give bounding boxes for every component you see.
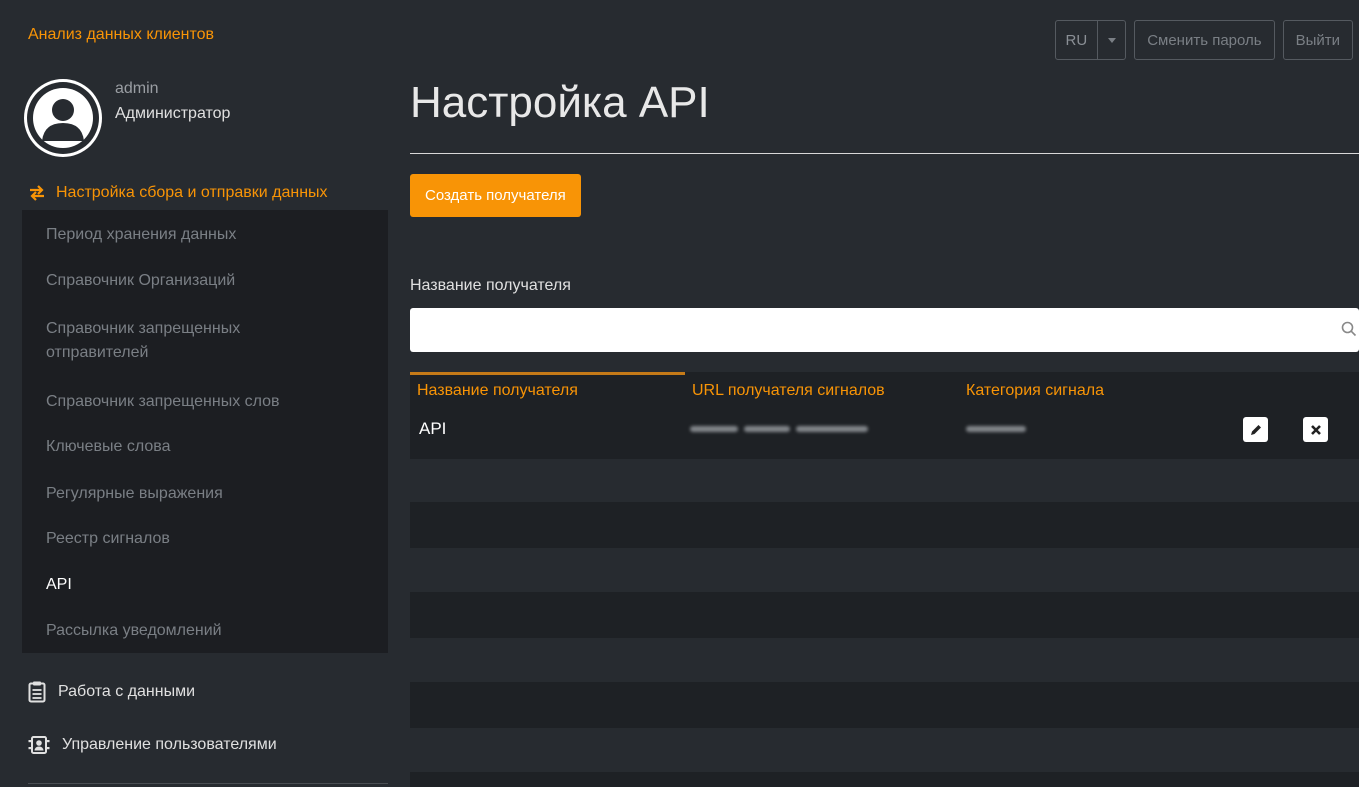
- delete-button[interactable]: [1303, 417, 1328, 442]
- submenu-item-regex[interactable]: Регулярные выражения: [46, 482, 223, 506]
- submenu-item-retention[interactable]: Период хранения данных: [46, 223, 236, 247]
- users-icon: [28, 736, 50, 754]
- pencil-icon: [1250, 424, 1261, 435]
- submenu-item-keywords[interactable]: Ключевые слова: [46, 435, 171, 459]
- submenu-item-notifications[interactable]: Рассылка уведомлений: [46, 619, 222, 643]
- avatar: [24, 79, 102, 157]
- column-header-category[interactable]: Категория сигнала: [966, 382, 1104, 400]
- language-button[interactable]: RU: [1056, 21, 1098, 59]
- cell-recipient-name: API: [419, 419, 447, 438]
- search-input[interactable]: [410, 308, 1359, 352]
- submenu-item-signal-registry[interactable]: Реестр сигналов: [46, 527, 170, 551]
- create-recipient-button[interactable]: Создать получателя: [410, 174, 581, 217]
- sort-indicator: [410, 372, 685, 375]
- table-row-empty: [410, 592, 1359, 638]
- table-row-empty: [410, 502, 1359, 548]
- user-name: admin: [115, 80, 159, 97]
- nav-item-label: Управление пользователями: [62, 736, 277, 753]
- column-header-url[interactable]: URL получателя сигналов: [692, 382, 885, 400]
- sidebar: admin Администратор Настройка сбора и от…: [0, 60, 390, 787]
- submenu-item-banned-senders[interactable]: Справочник запрещенных отправителей: [46, 317, 286, 365]
- user-avatar-icon: [27, 82, 99, 154]
- app-title[interactable]: Анализ данных клиентов: [28, 26, 214, 44]
- table-row-empty: [410, 682, 1359, 728]
- top-actions: RU Сменить пароль Выйти: [1054, 20, 1353, 60]
- nav-item-label: Работа с данными: [58, 683, 196, 700]
- cell-recipient-url: [690, 422, 890, 436]
- nav-section-label: Настройка сбора и отправки данных: [56, 184, 328, 201]
- search-field: [410, 308, 1359, 352]
- submenu-item-banned-words[interactable]: Справочник запрещенных слов: [46, 390, 280, 414]
- column-header-name[interactable]: Название получателя: [417, 382, 578, 400]
- table-row-empty: [410, 772, 1359, 787]
- search-icon[interactable]: [1341, 321, 1357, 337]
- submenu: Период хранения данных Справочник Органи…: [22, 210, 388, 653]
- language-dropdown-toggle[interactable]: [1097, 21, 1125, 59]
- user-block: admin Администратор: [24, 75, 384, 157]
- sidebar-divider: [28, 783, 388, 784]
- submenu-item-api[interactable]: API: [46, 573, 72, 597]
- close-icon: [1310, 424, 1321, 435]
- title-divider: [410, 153, 1359, 154]
- chevron-down-icon: [1107, 37, 1116, 43]
- nav-section-data-settings[interactable]: Настройка сбора и отправки данных: [28, 184, 328, 202]
- clipboard-list-icon: [28, 681, 46, 703]
- main-content: Настройка API Создать получателя Названи…: [410, 60, 1359, 787]
- submenu-item-organizations[interactable]: Справочник Организаций: [46, 269, 235, 293]
- nav-item-data-work[interactable]: Работа с данными: [28, 681, 195, 703]
- filter-label: Название получателя: [410, 277, 571, 294]
- cell-signal-category: [966, 422, 1046, 436]
- table-header-and-row: Название получателя URL получателя сигна…: [410, 372, 1359, 459]
- logout-button[interactable]: Выйти: [1282, 20, 1353, 60]
- nav-item-users[interactable]: Управление пользователями: [28, 736, 277, 754]
- edit-button[interactable]: [1243, 417, 1268, 442]
- user-role: Администратор: [115, 105, 231, 122]
- change-password-button[interactable]: Сменить пароль: [1134, 20, 1275, 60]
- language-selector[interactable]: RU: [1054, 20, 1127, 60]
- exchange-arrows-icon: [30, 185, 44, 201]
- page-title: Настройка API: [410, 78, 710, 127]
